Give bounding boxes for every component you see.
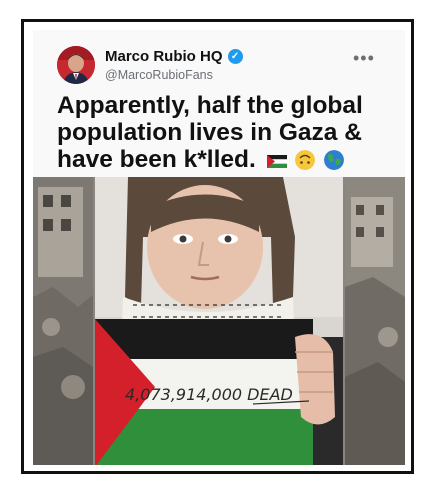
avatar[interactable]	[57, 46, 95, 84]
verified-badge-icon: ✓	[227, 49, 243, 64]
globe-icon	[324, 150, 345, 170]
avatar-image	[57, 46, 95, 84]
tweet-text-line: population lives in Gaza &	[57, 119, 362, 146]
more-options-icon[interactable]: •••	[353, 48, 375, 69]
tweet-text-line: have been k*lled.	[57, 146, 256, 173]
display-name-row: Marco Rubio HQ ✓	[105, 48, 243, 65]
palestine-flag-icon	[266, 155, 287, 168]
user-handle[interactable]: @MarcoRubioFans	[105, 68, 213, 82]
tweet-header: Marco Rubio HQ ✓ @MarcoRubioFans ••• App…	[33, 30, 405, 180]
tweet-text-line: Apparently, half the global	[57, 92, 363, 119]
upside-down-face-icon	[295, 150, 316, 170]
tweet-photo[interactable]: 4,073,914,000 DEAD	[33, 177, 405, 465]
tweet-text-line-with-emoji: have been k*lled.	[57, 146, 397, 173]
display-name[interactable]: Marco Rubio HQ	[105, 48, 223, 65]
sign-text: 4,073,914,000 DEAD	[125, 385, 293, 404]
tweet-card: Marco Rubio HQ ✓ @MarcoRubioFans ••• App…	[33, 30, 405, 465]
tweet-text: Apparently, half the global population l…	[57, 92, 397, 173]
